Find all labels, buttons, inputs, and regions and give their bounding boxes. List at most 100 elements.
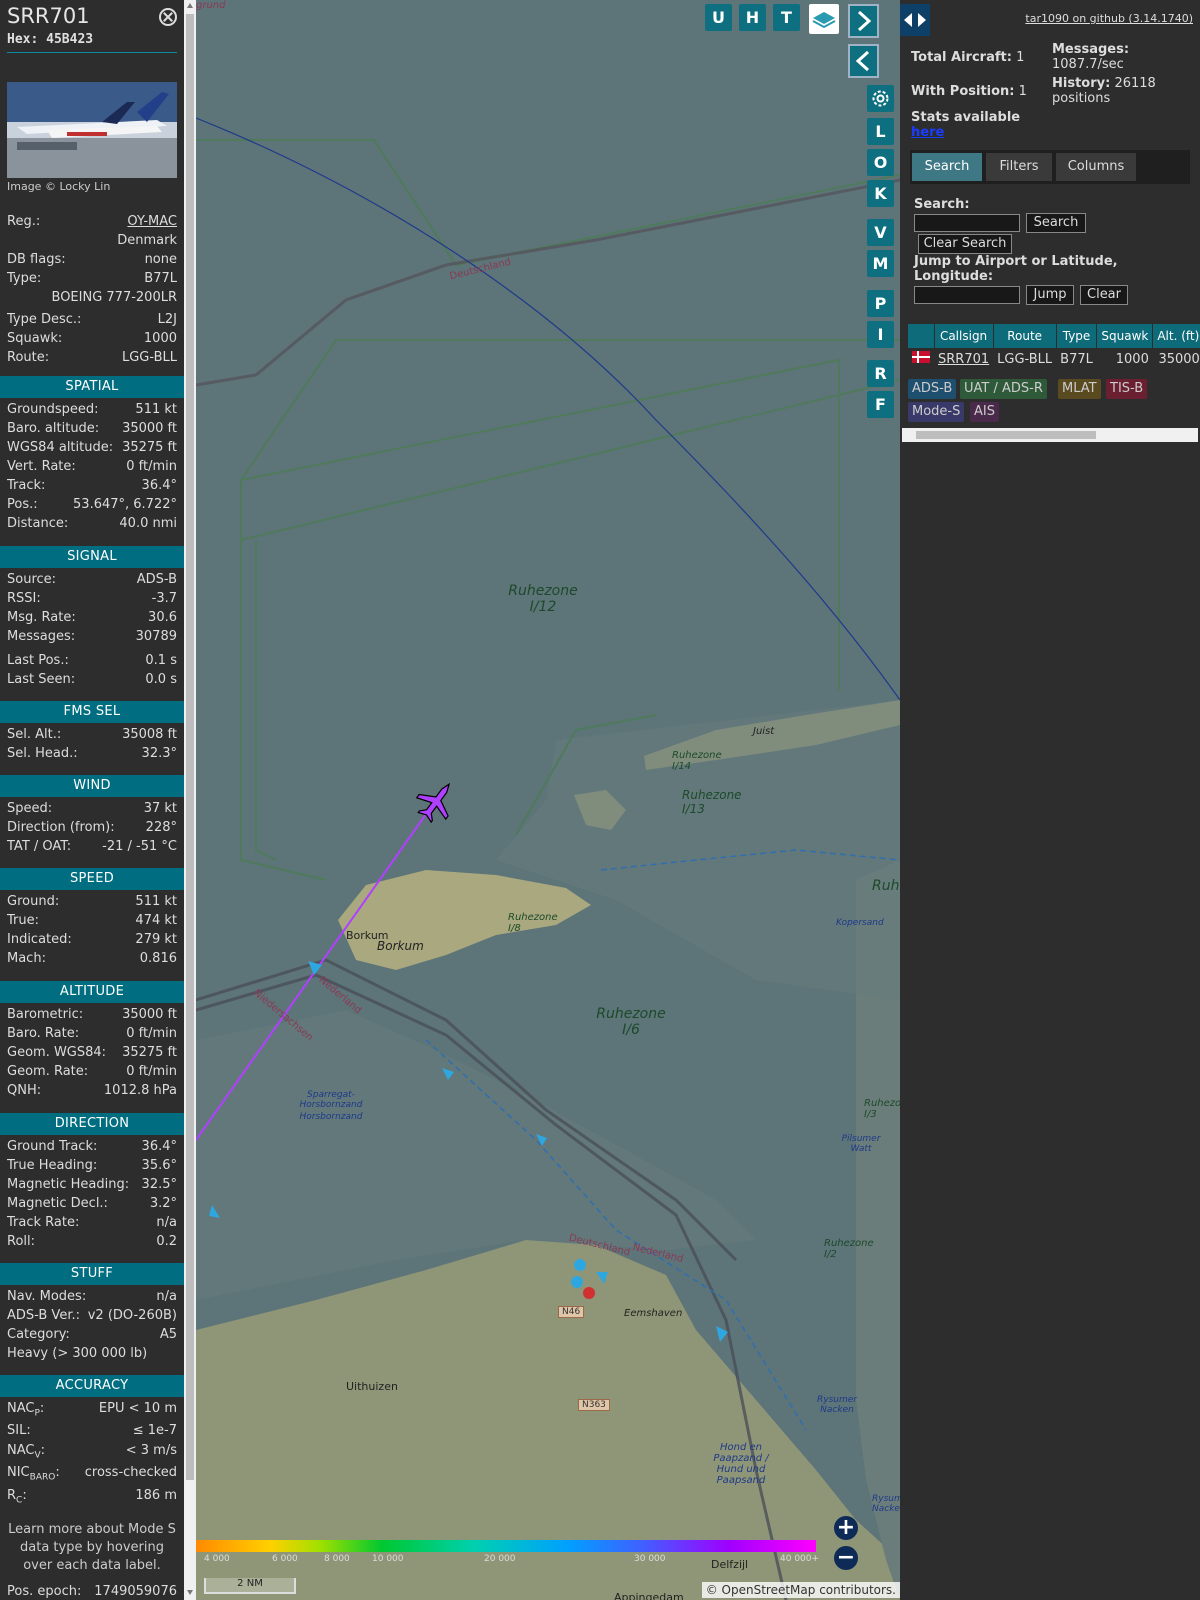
search-input[interactable] [914, 214, 1020, 232]
tab-search[interactable]: Search [912, 153, 982, 181]
detail-value: 30.6 [148, 610, 177, 625]
settings-button[interactable] [867, 85, 894, 112]
jump-input[interactable] [914, 286, 1020, 304]
column-header-callsign[interactable]: Callsign [934, 324, 994, 348]
detail-value[interactable]: OY-MAC [127, 214, 177, 229]
scrollbar-thumb[interactable] [186, 14, 194, 1480]
table-row[interactable]: SRR701 LGG-BLL B77L 1000 35000 [908, 348, 1200, 370]
scale-label-40000: 40 000+ [780, 1554, 820, 1564]
detail-label: Mach: [7, 951, 46, 966]
column-header-route[interactable]: Route [993, 324, 1057, 348]
stats-link[interactable]: here [911, 125, 944, 140]
zoom-in-button[interactable]: + [834, 1516, 858, 1540]
zoom-out-button[interactable]: − [834, 1546, 858, 1570]
map-label-eemshaven: Eemshaven [624, 1308, 683, 1319]
detail-label-colon: : [39, 1401, 45, 1416]
detail-value: -3.7 [151, 591, 177, 606]
detail-label: RC: [7, 1488, 27, 1506]
detail-label: Indicated: [7, 932, 72, 947]
detail-label: Heavy (> 300 000 lb) [7, 1346, 147, 1361]
button-l[interactable]: L [867, 118, 894, 145]
jump-button[interactable]: Jump [1026, 285, 1074, 305]
button-u[interactable]: U [705, 4, 732, 31]
info-scrollbar[interactable] [184, 0, 196, 1600]
pos-epoch-value: 1749059076 [94, 1584, 177, 1599]
detail-label: Baro. altitude: [7, 421, 99, 436]
column-header-type[interactable]: Type [1056, 324, 1098, 348]
detail-label-text: Mach: [7, 951, 46, 966]
column-header-altitude[interactable]: Alt. (ft) [1152, 324, 1200, 348]
scale-label-8000: 8 000 [324, 1554, 350, 1564]
attribution-link[interactable]: OpenStreetMap [722, 1583, 816, 1597]
total-aircraft-label: Total Aircraft: [911, 50, 1012, 65]
aircraft-photo[interactable] [7, 82, 177, 178]
detail-label: Sel. Head.: [7, 746, 78, 761]
detail-value: 0.816 [139, 951, 177, 966]
map-label-sparregat: Sparregat-Horsbornzand [299, 1090, 363, 1110]
detail-label: Groundspeed: [7, 402, 98, 417]
button-f[interactable]: F [867, 391, 894, 418]
expand-right-button[interactable] [848, 4, 879, 38]
total-aircraft: Total Aircraft: 1 [911, 50, 1024, 65]
detail-label: Distance: [7, 516, 68, 531]
search-label: Search: [914, 197, 970, 212]
button-t[interactable]: T [773, 4, 800, 31]
scroll-down-arrow-icon[interactable] [187, 1590, 193, 1595]
jump-label: Jump to Airport or Latitude, Longitude: [914, 254, 1118, 284]
map-label-ruhe-edge: Ruhe [872, 878, 900, 894]
detail-label-text: Sel. Alt.: [7, 727, 62, 742]
clear-search-button[interactable]: Clear Search [918, 234, 1012, 254]
detail-row: QNH: 1012.8 hPa [7, 1083, 177, 1102]
detail-label-text: Magnetic Decl.: [7, 1196, 108, 1211]
map-label-ruhezone-i13: Ruhezone I/13 [682, 788, 742, 816]
column-header-flag[interactable] [908, 324, 935, 348]
detail-row: WGS84 altitude: 35275 ft [7, 440, 177, 459]
button-h[interactable]: H [739, 4, 766, 31]
scrollbar-thumb[interactable] [916, 431, 1096, 439]
version-link[interactable]: tar1090 on github (3.14.1740) [1025, 12, 1193, 25]
detail-label: Track Rate: [7, 1215, 79, 1230]
detail-row: Source: ADS-B [7, 572, 177, 591]
scroll-up-arrow-icon[interactable] [187, 3, 193, 8]
map-label-grund: grund [196, 0, 226, 11]
row-callsign[interactable]: SRR701 [934, 348, 993, 370]
detail-value: 32.3° [141, 746, 177, 761]
button-o[interactable]: O [867, 149, 894, 176]
panel-toggle-button[interactable] [900, 4, 930, 36]
legend-ais: AIS [970, 402, 999, 422]
pos-epoch-row: Pos. epoch: 1749059076 [7, 1584, 177, 1600]
button-k[interactable]: K [867, 180, 894, 207]
tab-bar: Search Filters Columns [910, 150, 1190, 184]
close-icon[interactable] [159, 8, 177, 26]
detail-value: 53.647°, 6.722° [73, 497, 177, 512]
tab-filters[interactable]: Filters [986, 153, 1052, 181]
map-label-kopersand: Kopersand [836, 918, 884, 928]
detail-label: Last Pos.: [7, 653, 69, 668]
section-header-accuracy: ACCURACY [0, 1375, 184, 1397]
legend-mlat: MLAT [1058, 379, 1101, 399]
search-button[interactable]: Search [1026, 213, 1086, 233]
layers-button[interactable] [809, 4, 839, 34]
table-horizontal-scrollbar[interactable] [902, 428, 1198, 442]
detail-row: Roll: 0.2 [7, 1234, 177, 1253]
clear-button[interactable]: Clear [1080, 285, 1128, 305]
detail-label-colon: : [55, 1465, 60, 1480]
collapse-left-button[interactable] [848, 44, 879, 78]
map-canvas [196, 0, 900, 1600]
button-i[interactable]: I [867, 321, 894, 348]
detail-value: B77L [144, 271, 177, 286]
detail-label-text: RSSI: [7, 591, 41, 606]
layers-icon [812, 12, 836, 29]
button-m[interactable]: M [867, 250, 894, 277]
detail-value: none [144, 252, 177, 267]
button-r[interactable]: R [867, 360, 894, 387]
attribution-prefix: © [705, 1583, 722, 1597]
tab-columns[interactable]: Columns [1056, 153, 1136, 181]
button-p[interactable]: P [867, 290, 894, 317]
detail-label: Reg.: [7, 214, 41, 229]
detail-row: Squawk: 1000 [7, 331, 177, 350]
detail-label-text: SIL: [7, 1423, 31, 1438]
map-view[interactable]: Ruhezone I/12 Ruhezone I/6 Ruhezone I/8 … [196, 0, 900, 1600]
column-header-squawk[interactable]: Squawk [1096, 324, 1154, 348]
button-v[interactable]: V [867, 219, 894, 246]
